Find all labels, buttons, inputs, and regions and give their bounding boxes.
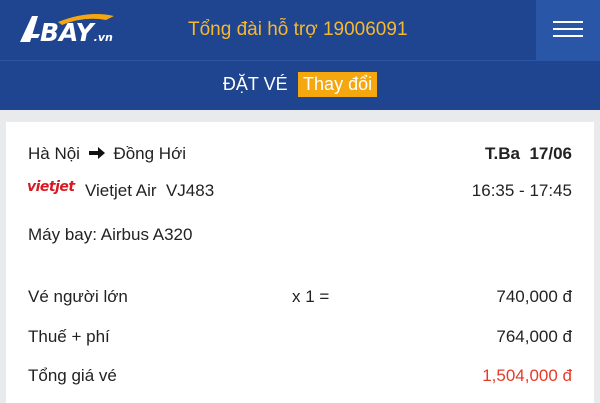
menu-button[interactable]	[536, 0, 600, 60]
hotline-text[interactable]: Tổng đài hỗ trợ 19006091	[188, 19, 408, 41]
logo-suffix: .vn	[93, 31, 113, 44]
flight-number: VJ483	[165, 181, 215, 200]
total-label: Tổng giá vé	[28, 366, 117, 385]
booking-header: ĐẶT VÉ Thay đổi	[0, 60, 600, 110]
adult-fare-label: Vé người lớn	[28, 287, 128, 306]
booking-title: ĐẶT VÉ	[222, 74, 288, 94]
total-price: 1,504,000 đ	[482, 366, 572, 385]
adult-quantity: x 1 =	[292, 287, 330, 306]
flight-time: 16:35 - 17:45	[471, 181, 572, 200]
destination-city: Đồng Hới	[113, 144, 187, 163]
flight-date-value: 17/06	[529, 144, 572, 163]
tax-fee-label: Thuế + phí	[28, 327, 110, 346]
change-button[interactable]: Thay đổi	[298, 72, 378, 97]
vietjet-logo-icon: vietjet	[27, 179, 75, 195]
airline-info: Vietjet Air VJ483	[85, 181, 214, 201]
route: Hà Nội Đồng Hới	[28, 144, 186, 164]
aircraft-type: Máy bay: Airbus A320	[28, 225, 193, 244]
tax-fee-price: 764,000 đ	[496, 327, 572, 346]
logo-text: BAY	[40, 18, 94, 47]
origin-city: Hà Nội	[28, 144, 80, 163]
top-bar: BAY.vn Tổng đài hỗ trợ 19006091	[0, 0, 600, 60]
flight-day: T.Ba	[485, 144, 520, 163]
airline-name: Vietjet Air	[85, 181, 157, 200]
abay-logo[interactable]: BAY.vn	[18, 12, 120, 48]
flight-summary-card: Hà Nội Đồng Hới T.Ba 17/06 vietjet Vietj…	[6, 122, 594, 403]
flight-date: T.Ba 17/06	[485, 144, 572, 164]
arrow-right-icon	[88, 147, 105, 160]
adult-fare-price: 740,000 đ	[496, 287, 572, 306]
